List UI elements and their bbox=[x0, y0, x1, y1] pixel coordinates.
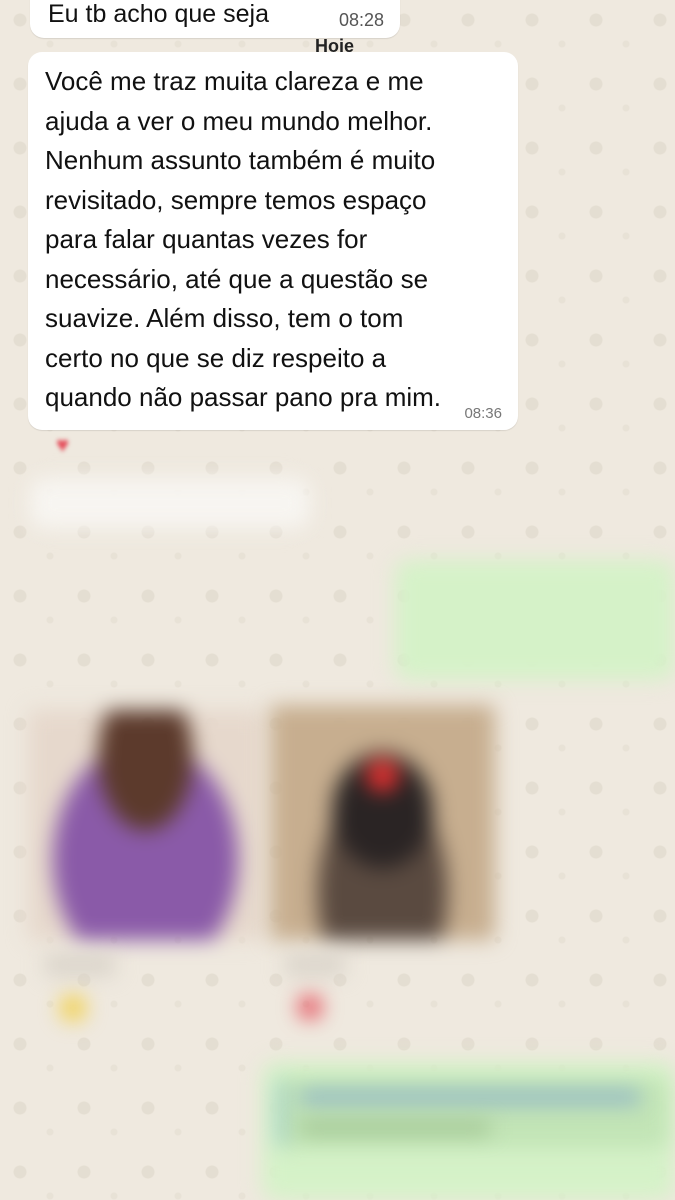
message-time: 08:28 bbox=[338, 10, 384, 30]
message-text: Eu tb acho que seja bbox=[48, 0, 269, 28]
blurred-reaction-icon bbox=[298, 995, 322, 1019]
message-bubble-previous[interactable]: Eu tb acho que seja 08:28 bbox=[30, 0, 400, 38]
blurred-message-bubble bbox=[30, 478, 310, 528]
blurred-caption bbox=[285, 955, 345, 975]
blurred-text-line bbox=[300, 1122, 490, 1134]
blurred-reaction-icon bbox=[60, 995, 86, 1021]
message-text: Você me traz muita clareza e me ajuda a … bbox=[45, 66, 442, 412]
blurred-quoted-reply bbox=[278, 1078, 668, 1148]
message-bubble-main[interactable]: Você me traz muita clareza e me ajuda a … bbox=[28, 52, 518, 430]
blurred-photo bbox=[28, 710, 263, 940]
blurred-photo bbox=[270, 705, 495, 940]
blurred-caption bbox=[45, 955, 115, 975]
blurred-text-line bbox=[300, 1090, 640, 1104]
heart-reaction-icon[interactable]: ♥ bbox=[56, 432, 69, 458]
message-time: 08:36 bbox=[464, 405, 502, 422]
blurred-outgoing-bubble bbox=[395, 560, 675, 680]
